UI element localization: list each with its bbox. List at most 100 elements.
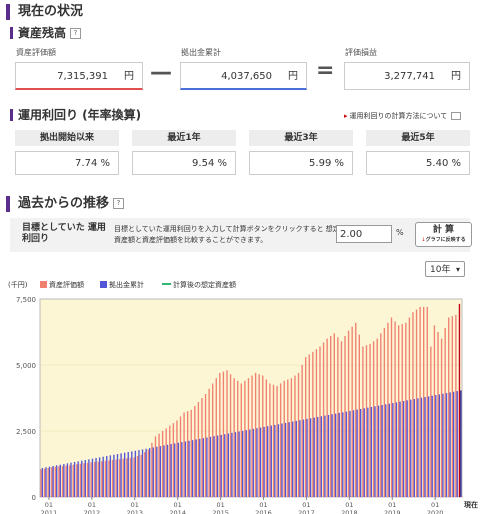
contribution-bar xyxy=(420,397,423,497)
valuation-bar xyxy=(433,325,436,497)
contribution-bar xyxy=(317,416,319,497)
valuation-bar xyxy=(144,452,146,497)
contribution-bar xyxy=(70,462,72,497)
x-tick-label-year: 2015 xyxy=(212,509,229,514)
contribution-bar xyxy=(349,410,351,497)
valuation-bar xyxy=(226,370,228,497)
help-icon[interactable]: ? xyxy=(113,198,125,209)
valuation-bar xyxy=(233,378,235,497)
valuation-bar xyxy=(97,461,99,497)
calculate-button[interactable]: 計 算 ↓グラフに反映する xyxy=(415,222,472,247)
contribution-bar xyxy=(256,428,258,497)
contribution-bar xyxy=(345,411,348,497)
contribution-bar xyxy=(284,422,287,497)
y-tick-label: 2,500 xyxy=(16,428,36,436)
valuation-bar xyxy=(40,469,42,497)
contribution-bar xyxy=(381,404,383,497)
contribution-bar xyxy=(370,406,373,497)
contribution-bar xyxy=(292,421,294,497)
valuation-bar xyxy=(387,322,389,497)
valuation-bar xyxy=(340,341,343,497)
contribution-bar xyxy=(220,434,222,497)
valuation-bar xyxy=(276,386,278,497)
contribution-bar xyxy=(59,464,61,497)
x-tick-label-month: 01 xyxy=(131,501,139,509)
valuation-bar xyxy=(108,460,110,497)
contribution-bar xyxy=(374,406,376,497)
contribution-bar xyxy=(435,395,437,497)
contribution-bar xyxy=(216,435,219,497)
valuation-bar xyxy=(448,317,450,497)
valuation-bar xyxy=(115,459,117,497)
valuation-bar xyxy=(408,317,411,497)
x-tick-label-month: 01 xyxy=(216,501,224,509)
period-select[interactable]: 10年 ▾ xyxy=(425,261,465,277)
contribution-bar xyxy=(442,393,444,497)
legend-swatch-projected xyxy=(162,283,171,285)
x-tick-label-year: 2018 xyxy=(341,509,358,514)
contribution-bar xyxy=(334,413,337,497)
valuation-bar xyxy=(251,375,253,497)
valuation-bar xyxy=(119,459,121,497)
x-tick-label-year: 2012 xyxy=(84,509,101,514)
legend-swatch-valuation xyxy=(40,281,47,288)
help-icon[interactable]: ? xyxy=(70,28,82,39)
valuation-bar xyxy=(444,328,446,497)
contribution-bar xyxy=(367,407,369,497)
valuation-bar xyxy=(129,457,132,497)
contribution-bar xyxy=(395,402,398,497)
perf-value-1y: 9.54 % xyxy=(132,151,236,175)
valuation-bar xyxy=(394,321,396,497)
target-rate-label: 目標としていた 運用利回り xyxy=(22,223,106,244)
valuation-bar xyxy=(237,380,239,497)
valuation-bar xyxy=(272,384,275,497)
valuation-bar xyxy=(212,383,214,497)
perf-value-3y: 5.99 % xyxy=(249,151,353,175)
contribution-bar xyxy=(73,461,76,497)
contribution-bar xyxy=(159,446,162,497)
valuation-bar xyxy=(322,342,325,497)
valuation-bar xyxy=(104,460,107,497)
valuation-bar xyxy=(161,431,164,497)
contribution-bar xyxy=(41,467,44,497)
x-tick-label-month: 01 xyxy=(388,501,396,509)
valuation-bar xyxy=(208,388,210,497)
valuation-label: 資産評価額 xyxy=(16,48,56,57)
contribution-bar xyxy=(163,445,165,497)
x-tick-label-month: 01 xyxy=(174,501,182,509)
contribution-bar xyxy=(102,456,104,497)
valuation-bar xyxy=(437,332,439,497)
valuation-bar xyxy=(247,378,250,497)
percent-unit: % xyxy=(396,228,404,237)
valuation-bar xyxy=(140,454,142,497)
contribution-bar xyxy=(127,452,129,497)
contribution-bar xyxy=(427,396,430,497)
contribution-bar xyxy=(385,404,387,497)
contribution-bar xyxy=(249,429,251,497)
contribution-bar xyxy=(331,414,333,497)
x-tick-label-year: 2017 xyxy=(298,509,315,514)
y-tick-label: 5,000 xyxy=(16,362,36,370)
valuation-bar xyxy=(401,324,403,497)
contribution-bar xyxy=(438,394,441,497)
contribution-bar xyxy=(238,431,240,497)
contribution-bar xyxy=(81,460,83,497)
contribution-label: 拠出金累計 xyxy=(181,48,221,57)
contribution-bar xyxy=(88,459,90,497)
contribution-bar xyxy=(302,419,305,497)
contribution-bar xyxy=(106,456,108,497)
perf-head-1y: 最近1年 xyxy=(132,130,236,146)
target-rate-input[interactable]: 2.00 xyxy=(336,225,392,243)
x-tick-label-year: 2011 xyxy=(41,509,58,514)
contribution-bar xyxy=(141,449,144,497)
valuation-bar xyxy=(458,303,461,497)
valuation-bar xyxy=(355,322,357,497)
x-tick-label-year: 2020 xyxy=(427,509,444,514)
valuation-bar xyxy=(51,467,53,497)
valuation-bar xyxy=(383,328,386,497)
valuation-bar xyxy=(294,375,296,497)
contribution-bar xyxy=(324,415,326,497)
calc-method-link[interactable]: ▸ 運用利回りの計算方法について xyxy=(344,111,462,121)
valuation-bar xyxy=(154,436,157,497)
valuation-bar xyxy=(172,423,175,497)
